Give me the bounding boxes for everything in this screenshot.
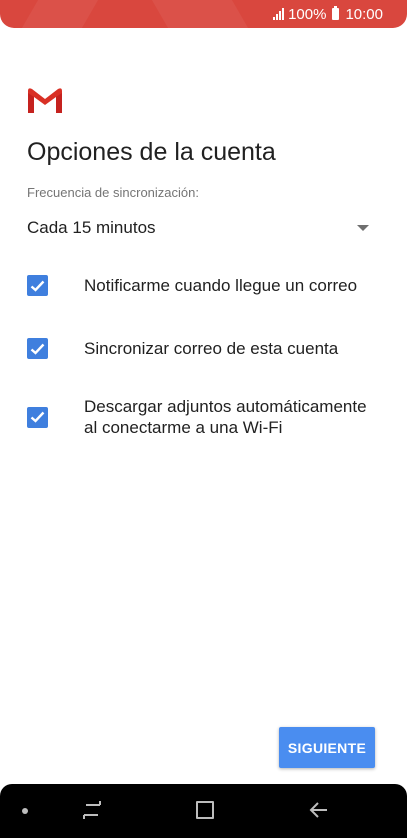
checkmark-icon (30, 411, 45, 423)
navigation-bar (0, 784, 407, 838)
option-label: Notificarme cuando llegue un correo (84, 276, 358, 295)
sync-checkbox[interactable] (27, 338, 48, 359)
status-indicators: 100% 10:00 (273, 5, 383, 23)
next-button[interactable]: SIGUIENTE (279, 727, 375, 768)
sync-frequency-value: Cada 15 minutos (27, 218, 156, 237)
battery-percentage: 100% (288, 5, 327, 23)
option-label: Sincronizar correo de esta cuenta (84, 339, 339, 358)
option-label: Descargar adjuntos automáticamente al co… (84, 397, 367, 437)
download-attachments-checkbox[interactable] (27, 406, 48, 428)
status-time: 10:00 (345, 5, 383, 23)
signal-icon (273, 8, 285, 20)
nav-dot-icon (22, 808, 28, 814)
gmail-icon (27, 86, 63, 114)
home-icon[interactable] (195, 799, 215, 826)
checkmark-icon (30, 343, 45, 355)
option-download-attachments[interactable]: Descargar adjuntos automáticamente al co… (27, 396, 387, 438)
option-sync[interactable]: Sincronizar correo de esta cuenta (27, 338, 387, 359)
checkmark-icon (30, 280, 45, 292)
status-bar: 100% 10:00 (0, 0, 407, 28)
dropdown-arrow-icon (357, 225, 369, 231)
status-bar-decoration (21, 0, 99, 28)
option-notify[interactable]: Notificarme cuando llegue un correo (27, 275, 387, 296)
page-title: Opciones de la cuenta (27, 138, 276, 166)
battery-icon (332, 6, 340, 20)
sync-frequency-label: Frecuencia de sincronización: (27, 185, 199, 200)
status-bar-decoration (151, 0, 249, 28)
notify-checkbox[interactable] (27, 275, 48, 296)
recents-icon[interactable] (82, 799, 102, 826)
sync-frequency-dropdown[interactable]: Cada 15 minutos (27, 212, 372, 244)
back-icon[interactable] (309, 799, 329, 826)
